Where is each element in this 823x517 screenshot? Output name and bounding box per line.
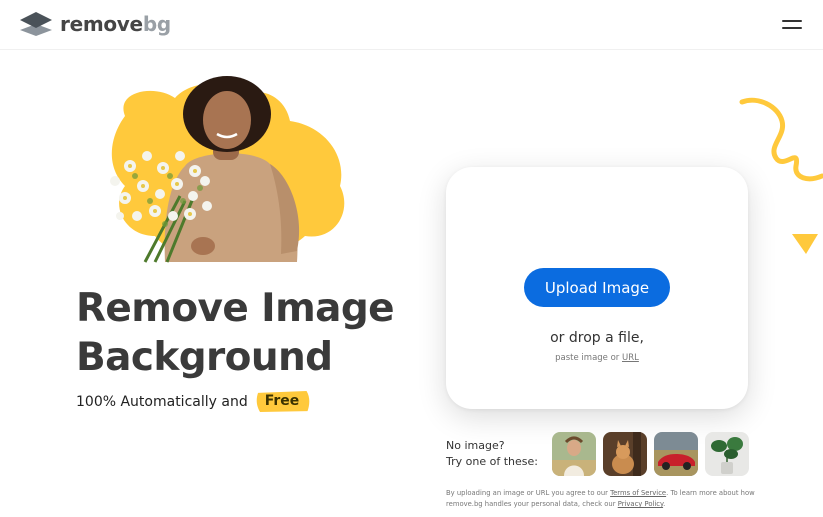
sample-prompt: No image? Try one of these: (446, 438, 538, 470)
sample-thumbnails (552, 432, 749, 476)
free-badge-label: Free (264, 393, 300, 409)
privacy-policy-link[interactable]: Privacy Policy (618, 500, 663, 508)
sample-car-thumbnail[interactable] (654, 432, 698, 476)
logo-text-main: remove (60, 12, 143, 36)
logo[interactable]: removebg (20, 12, 171, 36)
upload-card[interactable]: Upload Image or drop a file, paste image… (446, 167, 748, 409)
yellow-squiggle-decoration (739, 97, 823, 182)
paste-hint-text: paste image or (555, 353, 620, 363)
sample-woman-thumbnail[interactable] (552, 432, 596, 476)
stacked-layers-icon (20, 12, 52, 36)
terms-notice: By uploading an image or URL you agree t… (446, 488, 756, 510)
logo-text-accent: bg (142, 12, 171, 36)
subline: 100% Automatically and Free (76, 390, 310, 413)
sample-cat-thumbnail[interactable] (603, 432, 647, 476)
paste-hint: paste image or URL (446, 353, 748, 363)
hero-photo (110, 76, 345, 263)
page-title: Remove Image Background (76, 286, 395, 380)
yellow-triangle-decoration (792, 234, 818, 254)
sample-prompt-line1: No image? (446, 439, 505, 452)
sample-plant-thumbnail[interactable] (705, 432, 749, 476)
subline-text: 100% Automatically and (76, 393, 248, 410)
terms-of-service-link[interactable]: Terms of Service (610, 489, 666, 497)
free-badge: Free (254, 390, 311, 413)
terms-text-1: By uploading an image or URL you agree t… (446, 489, 608, 497)
terms-text-3: . (663, 500, 666, 508)
drop-file-text: or drop a file, (550, 330, 644, 346)
hamburger-menu-icon[interactable] (780, 16, 804, 34)
url-link[interactable]: URL (622, 353, 639, 363)
sample-prompt-line2: Try one of these: (446, 455, 538, 468)
top-header: removebg (0, 0, 823, 50)
logo-text: removebg (60, 12, 171, 36)
upload-image-button[interactable]: Upload Image (524, 268, 670, 307)
